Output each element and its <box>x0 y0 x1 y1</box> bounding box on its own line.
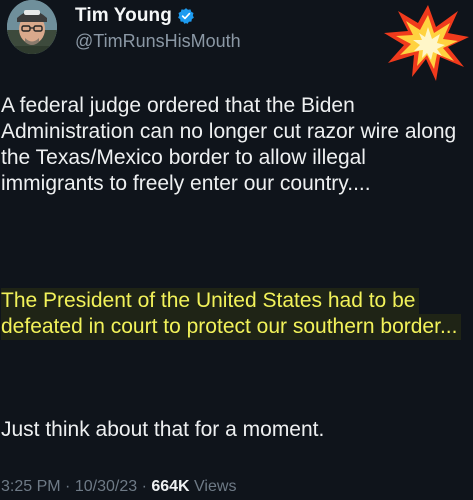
tweet-text-paragraph: Just think about that for a moment. <box>1 418 325 441</box>
avatar-image <box>7 0 57 54</box>
tweet-card: Tim Young @TimRunsHisMouth A federal jud… <box>0 0 473 500</box>
verified-badge-icon <box>177 7 195 25</box>
tweet-date[interactable]: 10/30/23 <box>75 478 137 495</box>
tweet-header: Tim Young @TimRunsHisMouth <box>0 0 473 81</box>
name-row: Tim Young <box>75 4 195 28</box>
meta-separator: · <box>65 478 71 495</box>
tweet-text-paragraph: A federal judge ordered that the Biden A… <box>1 94 457 195</box>
views-label: Views <box>194 478 237 495</box>
tweet-time[interactable]: 3:25 PM <box>1 478 61 495</box>
explosion-icon <box>382 3 470 83</box>
meta-separator: · <box>141 478 147 495</box>
display-name[interactable]: Tim Young <box>75 5 172 27</box>
tweet-meta: 3:25 PM · 10/30/23 · 664K Views <box>1 478 236 496</box>
highlighted-text: The President of the United States had t… <box>1 288 462 340</box>
views-count[interactable]: 664K <box>151 478 189 495</box>
tweet-text-highlighted: The President of the United States had t… <box>1 288 471 340</box>
avatar[interactable] <box>7 0 57 54</box>
user-handle[interactable]: @TimRunsHisMouth <box>75 31 241 52</box>
